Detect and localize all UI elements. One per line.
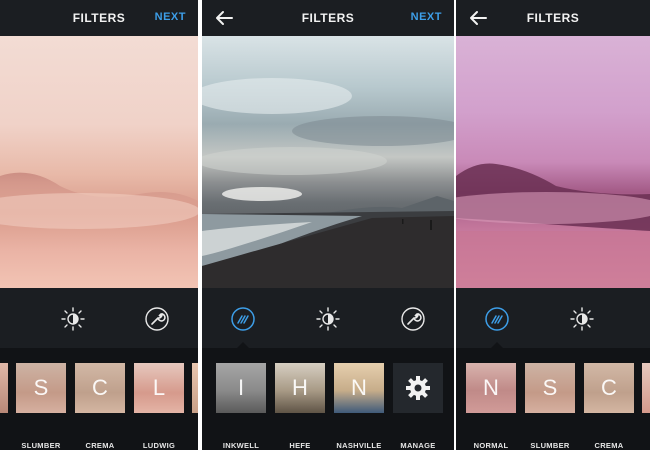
filter-strip: N NORMAL S SLUMBER C CREMA xyxy=(456,348,650,450)
filter-label: MANAGE xyxy=(400,441,436,450)
filter-thumbnail xyxy=(642,363,650,413)
filter-label: CREMA xyxy=(594,441,624,450)
filter-ludwig[interactable]: L LUDWIG xyxy=(134,363,184,450)
brightness-button[interactable] xyxy=(315,306,341,332)
photo-preview xyxy=(202,36,454,288)
brightness-icon xyxy=(61,307,85,331)
manage-thumbnail xyxy=(393,363,443,413)
filter-thumbnail: N xyxy=(334,363,384,413)
filters-screen-3: FILTERS N NORMAL S SLUMBER C CREMA xyxy=(456,0,650,450)
filters-screen-1: FILTERS NEXT S SLUMBER C CREMA L LUDWIG xyxy=(0,0,198,450)
photo-preview xyxy=(456,36,650,288)
filter-tab-button[interactable] xyxy=(484,306,510,332)
filter-tab-button[interactable] xyxy=(230,306,256,332)
filter-thumbnail: C xyxy=(75,363,125,413)
filter-slumber[interactable]: S SLUMBER xyxy=(16,363,66,450)
filter-inkwell[interactable]: I INKWELL xyxy=(216,363,266,450)
filter-crema[interactable]: C CREMA xyxy=(75,363,125,450)
filter-slumber[interactable]: S SLUMBER xyxy=(525,363,575,450)
filter-normal[interactable]: N NORMAL xyxy=(466,363,516,450)
gear-icon xyxy=(406,376,430,400)
filter-thumbnail: N xyxy=(466,363,516,413)
tools-button[interactable] xyxy=(144,306,170,332)
edit-toolbar xyxy=(202,288,454,348)
tools-button[interactable] xyxy=(400,306,426,332)
filter-label: LUDWIG xyxy=(142,441,176,450)
filter-nashville[interactable]: N NASHVILLE xyxy=(334,363,384,450)
beach-photo xyxy=(202,78,454,288)
photo-preview xyxy=(0,36,198,288)
filter-thumbnail: I xyxy=(216,363,266,413)
filter-thumbnail: S xyxy=(525,363,575,413)
filter-wand-icon xyxy=(231,307,255,331)
filters-screen-2: FILTERS NEXT I INKWELL H HEFE N NASHVILL… xyxy=(202,0,454,450)
filter-strip: S SLUMBER C CREMA L LUDWIG xyxy=(0,348,198,450)
filter-thumb-partial[interactable] xyxy=(0,363,8,413)
filter-thumbnail: S xyxy=(16,363,66,413)
edit-toolbar xyxy=(456,288,650,348)
top-bar: FILTERS xyxy=(456,0,650,36)
top-bar: FILTERS NEXT xyxy=(0,0,198,36)
brightness-icon xyxy=(316,307,340,331)
next-button[interactable]: NEXT xyxy=(411,11,442,23)
filter-thumbnail: C xyxy=(584,363,634,413)
filter-wand-icon xyxy=(485,307,509,331)
wrench-icon xyxy=(401,307,425,331)
screen-title: FILTERS xyxy=(526,11,580,25)
foggy-landscape-photo xyxy=(0,172,198,236)
filter-hefe[interactable]: H HEFE xyxy=(275,363,325,450)
filter-thumbnail: L xyxy=(134,363,184,413)
brightness-icon xyxy=(570,307,594,331)
brightness-button[interactable] xyxy=(569,306,595,332)
top-bar: FILTERS NEXT xyxy=(202,0,454,36)
filter-strip: I INKWELL H HEFE N NASHVILLE MANAGE xyxy=(202,348,454,450)
filter-thumb-partial[interactable] xyxy=(192,363,198,413)
filter-crema[interactable]: C CREMA xyxy=(584,363,634,450)
edit-toolbar xyxy=(0,288,198,348)
next-button[interactable]: NEXT xyxy=(155,11,186,23)
foggy-landscape-photo xyxy=(456,163,650,288)
filter-thumb-partial[interactable] xyxy=(642,363,650,413)
brightness-button[interactable] xyxy=(60,306,86,332)
filter-thumbnail xyxy=(192,363,198,413)
filter-thumbnail: H xyxy=(275,363,325,413)
filter-thumbnail xyxy=(0,363,8,413)
filter-manage[interactable]: MANAGE xyxy=(393,363,443,450)
wrench-icon xyxy=(145,307,169,331)
